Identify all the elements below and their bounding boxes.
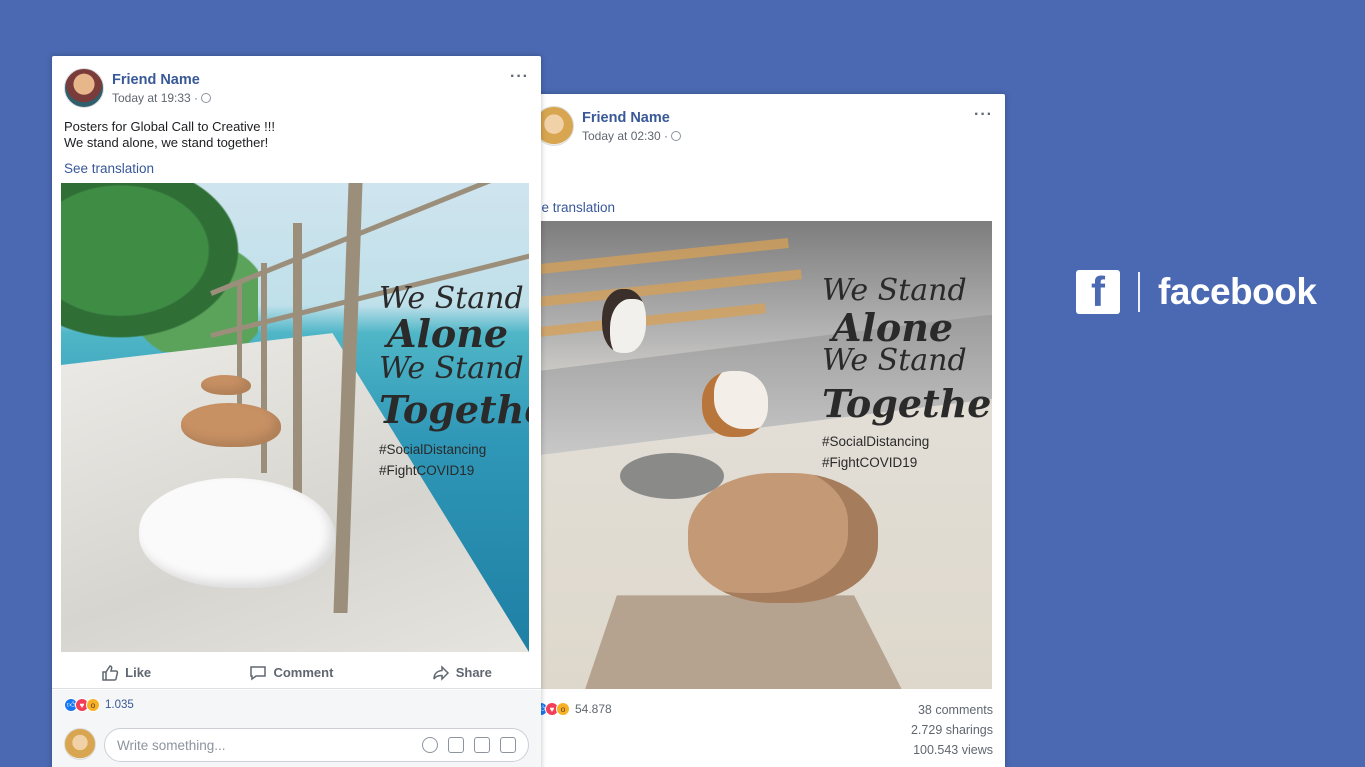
- post-meta: Today at 19:33 ·: [112, 91, 212, 105]
- comments-count[interactable]: 38 comments: [911, 700, 993, 720]
- post-header: Friend Name Today at 19:33 ·: [64, 68, 212, 108]
- post-card-front: Friend Name Today at 19:33 · ··· Posters…: [52, 56, 541, 767]
- like-label: Like: [125, 665, 152, 680]
- comment-button[interactable]: Comment: [249, 664, 333, 682]
- facebook-logo-icon: f: [1076, 270, 1120, 314]
- rug: [585, 595, 902, 689]
- white-duck: [139, 478, 335, 588]
- wow-reaction-icon: o: [556, 702, 570, 716]
- sticker-icon[interactable]: [500, 737, 516, 753]
- poster-line3: We Stand: [822, 343, 967, 378]
- author-name[interactable]: Friend Name: [112, 72, 211, 88]
- post-text: Posters for Global Call to Creative !!! …: [64, 119, 275, 151]
- post-text-line1: Posters for Global Call to Creative !!!: [64, 119, 275, 134]
- poster-line2: Alone: [832, 305, 954, 350]
- poster-line1: We Stand: [822, 273, 967, 308]
- post-actions: Like Comment Share: [52, 657, 541, 689]
- avatar[interactable]: [64, 728, 96, 760]
- post-meta: Today at 02:30 ·: [582, 129, 682, 143]
- camera-icon[interactable]: [448, 737, 464, 753]
- poster-line4: Together: [379, 387, 529, 432]
- comment-placeholder: Write something...: [117, 737, 226, 753]
- post-card-back: Friend Name Today at 02:30 · ··· ee tran…: [520, 94, 1005, 767]
- dog-large: [688, 473, 878, 603]
- see-translation-link[interactable]: ee translation: [534, 200, 615, 215]
- views-count: 100.543 views: [913, 743, 993, 757]
- reactions-summary[interactable]: 👍︎ ♥ o 1.035: [52, 690, 541, 720]
- poster-line2: Alone: [387, 311, 509, 356]
- gif-icon[interactable]: [474, 737, 490, 753]
- post-time[interactable]: Today at 02:30 ·: [582, 129, 668, 143]
- comment-label: Comment: [273, 665, 334, 680]
- post-time[interactable]: Today at 19:33 ·: [112, 91, 198, 105]
- reaction-count: 1.035: [105, 699, 134, 711]
- facebook-brand: f facebook: [1076, 270, 1317, 314]
- like-icon: [101, 664, 119, 682]
- share-button[interactable]: Share: [432, 664, 492, 682]
- sharings-count[interactable]: 2.729 sharings: [911, 720, 993, 740]
- more-icon[interactable]: ···: [510, 68, 529, 86]
- poster-hashtags: #SocialDistancing #FightCOVID19: [379, 439, 486, 481]
- facebook-wordmark: facebook: [1158, 271, 1317, 312]
- globe-icon: [671, 130, 682, 141]
- globe-icon: [201, 92, 212, 103]
- comment-input[interactable]: Write something...: [104, 728, 529, 762]
- poster-line3: We Stand: [379, 351, 524, 386]
- railing-post: [293, 223, 302, 523]
- post-header: Friend Name Today at 02:30 ·: [534, 106, 682, 146]
- emoji-icon[interactable]: [422, 737, 438, 753]
- engagement-counts: 38 comments 2.729 sharings 100.543 views: [911, 700, 993, 760]
- poster-hashtags: #SocialDistancing #FightCOVID19: [822, 431, 929, 473]
- comment-composer: Write something...: [52, 720, 541, 767]
- share-label: Share: [455, 665, 492, 680]
- brand-divider: [1138, 272, 1140, 312]
- post-photo[interactable]: We Stand Alone We Stand Together #Social…: [540, 221, 992, 689]
- hashtag-social-distancing: #SocialDistancing: [379, 442, 487, 457]
- post-stats: 👍︎ ♥ o 54.878 38 comments 2.729 sharings…: [520, 694, 1005, 764]
- poster-line4: Together: [822, 381, 992, 426]
- wow-reaction-icon: o: [86, 698, 100, 712]
- more-icon[interactable]: ···: [974, 106, 993, 124]
- dog-sitting: [602, 289, 646, 353]
- reaction-count: 54.878: [575, 702, 612, 716]
- hashtag-social-distancing: #SocialDistancing: [822, 434, 930, 449]
- post-text-line2: We stand alone, we stand together!: [64, 135, 269, 150]
- hashtag-fight-covid: #FightCOVID19: [379, 463, 475, 478]
- like-button[interactable]: Like: [101, 664, 151, 682]
- dog-lying: [702, 371, 768, 437]
- trees: [61, 183, 258, 352]
- avatar[interactable]: [64, 68, 104, 108]
- brown-duck: [181, 403, 281, 447]
- hashtag-fight-covid: #FightCOVID19: [822, 455, 918, 470]
- author-name[interactable]: Friend Name: [582, 110, 681, 126]
- small-duck: [201, 375, 251, 395]
- reactions-summary[interactable]: 👍︎ ♥ o 54.878: [534, 702, 612, 716]
- comment-icon: [249, 664, 267, 682]
- share-icon: [432, 664, 450, 682]
- post-photo[interactable]: We Stand Alone We Stand Together #Social…: [61, 183, 529, 652]
- see-translation-link[interactable]: See translation: [64, 161, 154, 176]
